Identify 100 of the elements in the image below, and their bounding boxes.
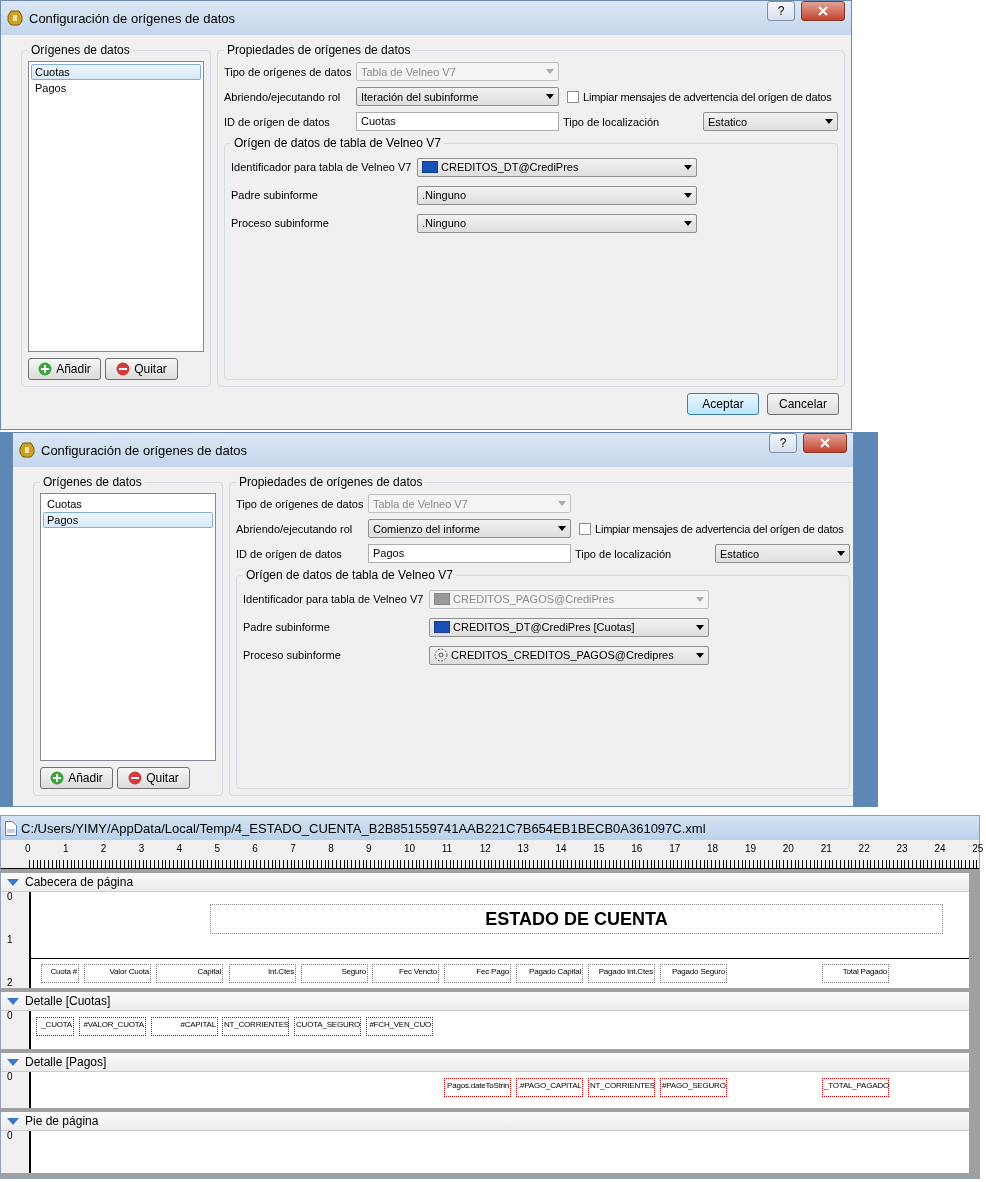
plus-icon: [38, 362, 53, 376]
ruler-number: 12: [479, 843, 492, 854]
add-button[interactable]: Añadir: [40, 767, 113, 789]
close-button[interactable]: [803, 433, 847, 453]
remove-button[interactable]: Quitar: [105, 358, 178, 380]
caret-icon: [7, 1117, 19, 1125]
ruler-number: 0: [25, 843, 32, 854]
help-button[interactable]: ?: [767, 1, 795, 21]
folder-icon: [434, 593, 450, 605]
ruler-number: 6: [252, 843, 259, 854]
minus-icon: [116, 362, 131, 376]
close-button[interactable]: [801, 1, 845, 21]
dropdown[interactable]: CREDITOS_DT@CrediPres: [417, 157, 697, 177]
ruler-number: 0: [7, 1072, 14, 1082]
caret-icon: [825, 119, 833, 124]
band-title: Detalle [Cuotas]: [25, 994, 111, 1008]
report-field[interactable]: Seguro: [301, 964, 368, 983]
field-label: Padre subinforme: [243, 621, 331, 633]
band-header[interactable]: Detalle [Cuotas]: [1, 992, 969, 1011]
minus-icon: [128, 771, 143, 785]
dialog-button[interactable]: Aceptar: [687, 393, 759, 415]
ruler-number: 18: [707, 843, 720, 854]
ruler-number: 2: [100, 843, 108, 854]
ruler-number: 8: [328, 843, 335, 854]
file-path: C:/Users/YIMY/AppData/Local/Temp/4_ESTADO_CUENTA_B2B851559741AAB221C7B654EB1BECB0A361097C.xml: [21, 820, 706, 836]
report-field[interactable]: _CUOTA: [36, 1017, 74, 1036]
report-field[interactable]: Pagado Capital: [516, 964, 583, 983]
ruler-number: 17: [669, 843, 682, 854]
caret-icon: [696, 624, 704, 630]
report-field[interactable]: Capital: [156, 964, 223, 983]
caret-icon: [558, 501, 566, 506]
ruler-number: 14: [555, 843, 568, 854]
ruler-number: 7: [290, 843, 297, 854]
dropdown[interactable]: Comienzo del informe: [368, 519, 571, 538]
input-field[interactable]: Cuotas: [356, 112, 559, 131]
group-title: Propiedades de orígenes de datos: [238, 475, 424, 489]
dropdown[interactable]: CREDITOS_CREDITOS_PAGOS@Credipres: [429, 645, 709, 665]
ruler-number: 0: [7, 1131, 14, 1141]
report-field[interactable]: Pagado Int.Ctes: [588, 964, 655, 983]
field-label: Tipo de orígenes de datos: [224, 65, 352, 78]
report-field[interactable]: Fec Vencto: [372, 964, 439, 983]
group-title: Orígen de datos de tabla de Velneo V7: [233, 136, 442, 150]
field-label: ID de orígen de datos: [236, 547, 343, 560]
caret-icon: [546, 94, 554, 99]
report-field[interactable]: _TOTAL_PAGADO: [822, 1078, 889, 1097]
report-field[interactable]: Total Pagado: [822, 964, 889, 983]
plus-icon: [50, 771, 65, 785]
report-field[interactable]: NT_CORRIENTES: [222, 1017, 289, 1036]
field-label: Tipo de localización: [575, 547, 673, 560]
ruler-number: 22: [858, 843, 871, 854]
report-field[interactable]: #VALOR_CUOTA: [79, 1017, 146, 1036]
caret-icon: [558, 526, 566, 531]
band-title: Cabecera de página: [25, 875, 134, 889]
dropdown[interactable]: Estatico: [703, 112, 838, 131]
report-field[interactable]: Pagos.dateToStrin: [444, 1078, 511, 1097]
band-header[interactable]: Pie de página: [1, 1112, 969, 1131]
caret-icon: [684, 192, 692, 198]
list-item[interactable]: Pagos: [31, 80, 201, 96]
caret-icon: [546, 69, 554, 74]
report-field[interactable]: #FCH_VEN_CUO: [366, 1017, 433, 1036]
band-header[interactable]: Cabecera de página: [1, 873, 969, 892]
report-field[interactable]: Valor Cuota: [84, 964, 151, 983]
dropdown[interactable]: CREDITOS_DT@CrediPres [Cuotas]: [429, 617, 709, 637]
report-title[interactable]: ESTADO DE CUENTA: [210, 904, 943, 934]
folder-icon: [434, 621, 450, 633]
report-field[interactable]: .#PAGO_CAPITAL: [516, 1078, 583, 1097]
report-field[interactable]: NT_CORRIENTES: [588, 1078, 655, 1097]
field-label: Proceso subinforme: [231, 217, 330, 229]
ruler-number: 13: [517, 843, 530, 854]
dropdown[interactable]: .Ninguno: [417, 213, 697, 233]
band-title: Pie de página: [25, 1114, 99, 1128]
report-field[interactable]: CUOTA_SEGURO: [294, 1017, 361, 1036]
dropdown[interactable]: Estatico: [715, 544, 850, 563]
report-field[interactable]: #PAGO_SEGURO: [660, 1078, 727, 1097]
caret-icon: [837, 551, 845, 556]
help-button[interactable]: ?: [769, 433, 797, 453]
caret-icon: [7, 997, 19, 1005]
band-header[interactable]: Detalle [Pagos]: [1, 1053, 969, 1072]
remove-button[interactable]: Quitar: [117, 767, 190, 789]
report-field[interactable]: Pagado Seguro: [660, 964, 727, 983]
report-field[interactable]: Fec Pago: [444, 964, 511, 983]
input-field[interactable]: Pagos: [368, 544, 571, 563]
ruler-number: 1: [62, 843, 70, 854]
caret-icon: [684, 164, 692, 170]
list-item[interactable]: Cuotas: [31, 64, 201, 80]
dialog-button[interactable]: Cancelar: [767, 393, 839, 415]
checkbox-label: Limpiar mensajes de advertencia del orígen de datos: [583, 90, 832, 103]
document-icon: [5, 820, 17, 836]
report-field[interactable]: Int.Ctes: [229, 964, 296, 983]
list-item[interactable]: Pagos: [43, 512, 213, 528]
checkbox[interactable]: [579, 522, 591, 535]
checkbox[interactable]: [567, 90, 579, 103]
list-item[interactable]: Cuotas: [43, 496, 213, 512]
report-field[interactable]: Cuota #: [41, 964, 79, 983]
report-field[interactable]: #CAPITAL: [151, 1017, 218, 1036]
group-title: Orígenes de datos: [30, 43, 131, 57]
ruler-number: 0: [7, 892, 14, 902]
add-button[interactable]: Añadir: [28, 358, 101, 380]
dropdown[interactable]: .Ninguno: [417, 185, 697, 205]
dropdown[interactable]: Iteración del subinforme: [356, 87, 559, 106]
